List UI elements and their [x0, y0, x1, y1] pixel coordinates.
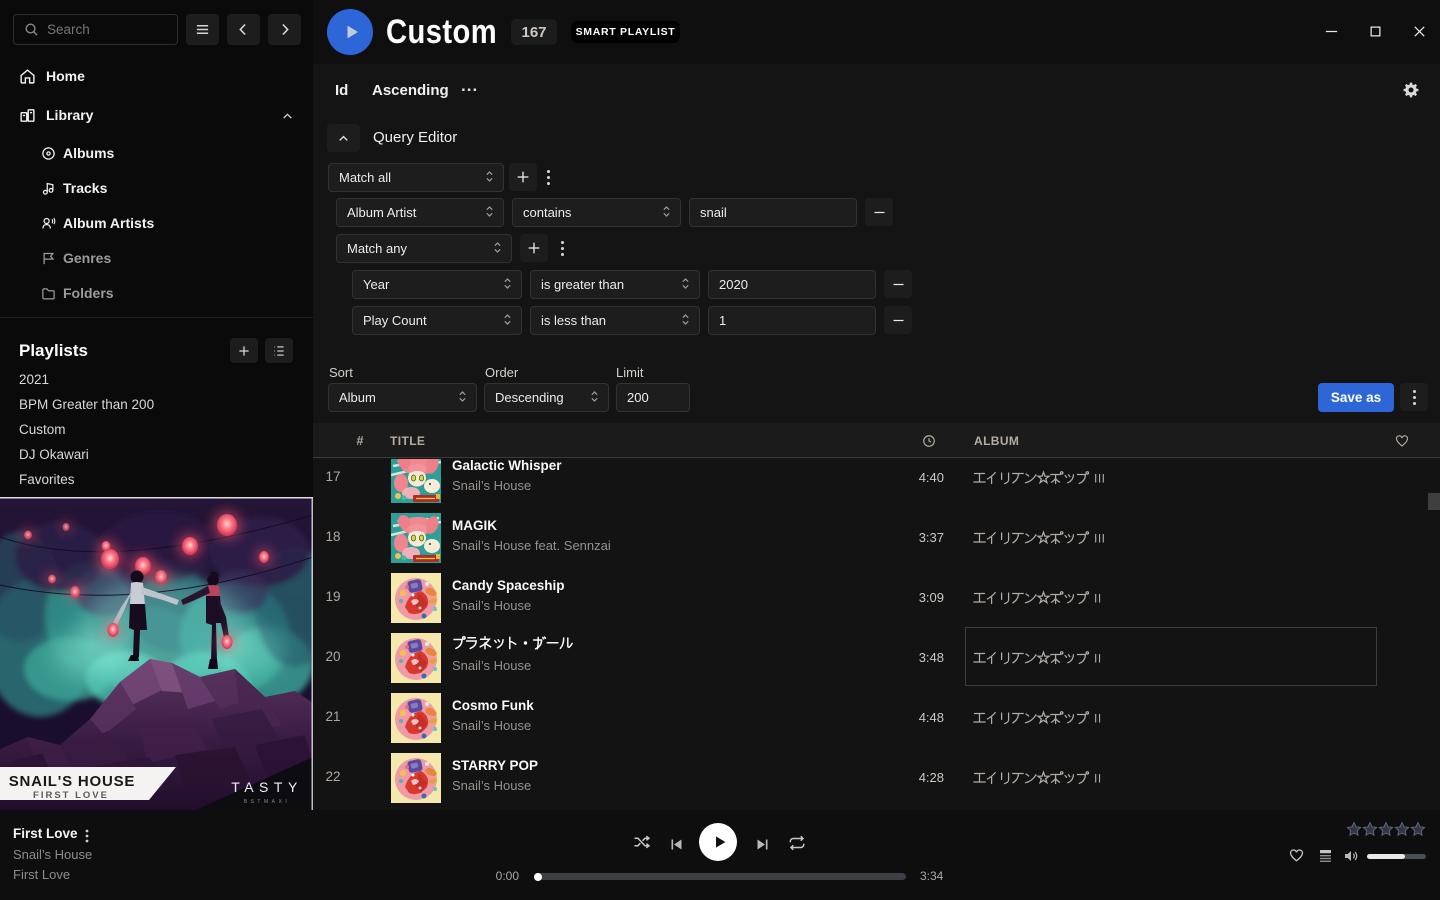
svg-text:II: II — [1094, 712, 1102, 726]
svg-text:FIRST LOVE: FIRST LOVE — [33, 790, 109, 801]
svg-text:II: II — [1094, 592, 1102, 606]
svg-text:III: III — [1094, 532, 1106, 546]
svg-text:II: II — [1094, 652, 1102, 666]
svg-text:TASTY: TASTY — [231, 779, 303, 795]
svg-text:BSTMAXI: BSTMAXI — [244, 799, 290, 805]
svg-text:II: II — [1094, 772, 1102, 786]
svg-text:III: III — [1094, 472, 1106, 486]
svg-text:SNAIL'S HOUSE: SNAIL'S HOUSE — [9, 773, 135, 790]
